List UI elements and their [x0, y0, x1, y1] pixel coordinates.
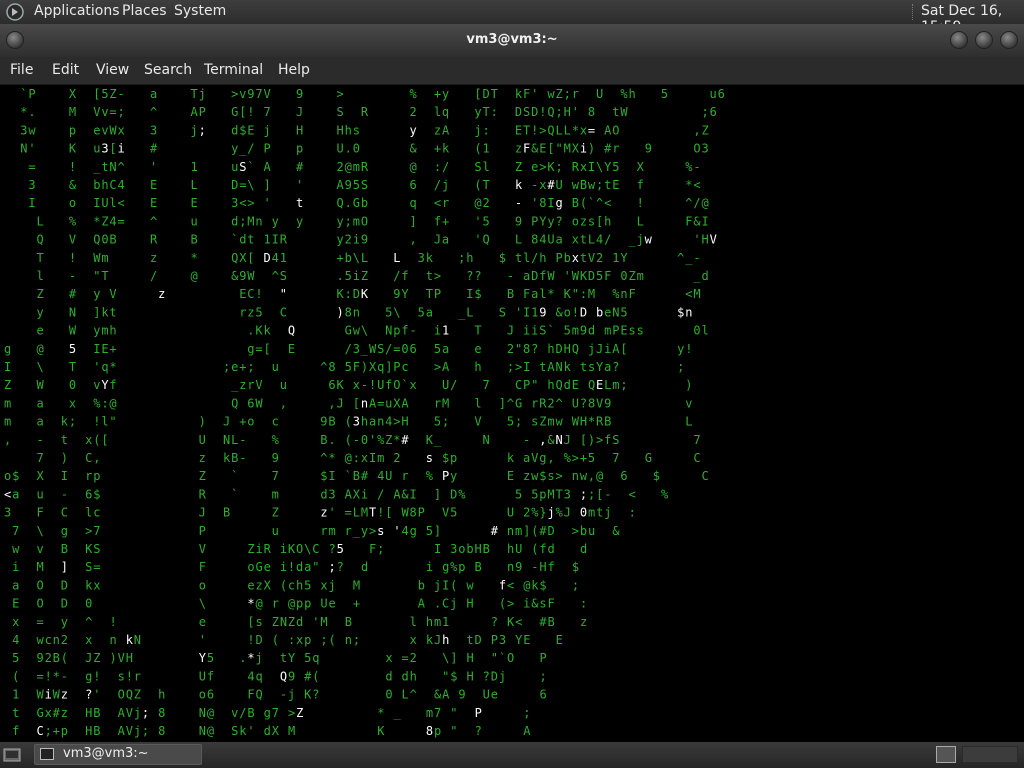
maximize-button[interactable]: [975, 31, 993, 49]
terminal-line: 5 92B( JZ )VH Y5 .*j tY 5q x =2 \] H "`O…: [4, 651, 547, 665]
terminal-line: *. M Vv=; ^ AP G[! 7 J S R 2 lq yT: DSD!…: [4, 105, 717, 119]
panel-separator: [912, 4, 915, 20]
menu-edit[interactable]: Edit: [52, 62, 79, 78]
terminal-line: g @ 5 IE+ g=[ E /3_WS/=06 5a e 2"8? hDHQ…: [4, 342, 693, 356]
terminal-line: 3 F C lc J B Z z' =LMT![ W8P V5 U 2%}j%J…: [4, 506, 636, 520]
terminal-line: l - "T / @ &9W ^S .5iZ /f t> ?? - aDfW '…: [4, 269, 709, 283]
terminal-line: I o IUl< E E 3<> ' t Q.Gb q <r @2 - '8Ig…: [4, 196, 709, 210]
terminal-line: Z W 0 vYf _zrV u 6K x-!UfO`x U/ 7 CP" hQ…: [4, 378, 693, 392]
bottom-panel: vm3@vm3:~: [0, 742, 1024, 768]
terminal-line: 3 & bhC4 E L D=\ ] ' A95S 6 /j (T k -x#U…: [4, 178, 701, 192]
window-titlebar[interactable]: vm3@vm3:~: [0, 24, 1024, 57]
terminal-line: o$ X I rp Z ` 7 $I `B# 4U r % Py E zw$s>…: [4, 469, 709, 483]
menu-terminal[interactable]: Terminal: [204, 62, 263, 78]
terminal-line: E O D 0 \ *@ r @pp Ue + A .Cj H (> i&sF …: [4, 597, 587, 611]
terminal-line: Q V Q0B R B `dt 1IR y2i9 , Ja 'Q L 84Ua …: [4, 233, 717, 247]
terminal-menubar: File Edit View Search Terminal Help: [0, 57, 1024, 85]
terminal-line: t Gx#z HB AVj; 8 N@ v/B g7 >Z * _ m7 " P…: [4, 706, 531, 720]
menu-view[interactable]: View: [96, 62, 129, 78]
matrix-rain: `P X [5Z- a Tj >v97V 9 > % +y [DT kF' wZ…: [4, 87, 725, 738]
system-menu[interactable]: System: [174, 3, 226, 19]
terminal-line: f C;+p HB AVj; 8 N@ Sk' dX M K 8p " ? A: [4, 724, 531, 738]
terminal-line: 1 WiWz ?' OQZ h o6 FQ -j K? 0 L^ &A 9 Ue…: [4, 688, 547, 702]
taskbar-button-terminal[interactable]: vm3@vm3:~: [34, 744, 202, 765]
terminal-area[interactable]: `P X [5Z- a Tj >v97V 9 > % +y [DT kF' wZ…: [0, 85, 1024, 742]
terminal-line: I \ T 'q* ;e+; u ^8 5F)Xq]Pc >A h ;>I tA…: [4, 360, 684, 374]
terminal-line: 7 \ g >7 P u rm r_y>s '4g 5] # nm](#D >b…: [4, 524, 620, 538]
terminal-line: , - t x([ U NL- % B. (-0'%Z*# K_ N - ,&N…: [4, 433, 701, 447]
terminal-line: y N ]kt rz5 C )8n 5\ 5a _L S 'I19 &o!D b…: [4, 305, 693, 319]
applications-menu[interactable]: Applications: [34, 3, 120, 19]
menu-search[interactable]: Search: [144, 62, 192, 78]
terminal-line: ( =!*- g! s!r Uf 4q Q9 #( d dh "$ H ?Dj …: [4, 669, 547, 683]
terminal-line: e W ymh .Kk Q Gw\ Npf- i1 T J iiS` 5m9d …: [4, 324, 709, 338]
terminal-line: i M ] S= F oGe i!da" ;? d i g%p B n9 -Hf…: [4, 560, 579, 574]
minimize-button[interactable]: [950, 31, 968, 49]
terminal-line: m a x %:@ Q 6W , ,J [nA=uXA rM l ]^G rR2…: [4, 396, 693, 410]
gnome-foot-icon[interactable]: [6, 3, 24, 21]
terminal-icon: [40, 748, 54, 760]
workspace-2[interactable]: [962, 746, 1018, 763]
terminal-line: w v B KS V ZiR iKO\C ?5 F; I 3obHB hU (f…: [4, 542, 587, 556]
window-title: vm3@vm3:~: [466, 32, 558, 47]
terminal-line: `P X [5Z- a Tj >v97V 9 > % +y [DT kF' wZ…: [4, 87, 725, 101]
show-desktop-icon[interactable]: [3, 747, 21, 763]
terminal-line: T ! Wm z * QX[ D41 +b\L L 3k ;h $ tl/h P…: [4, 251, 701, 265]
terminal-line: <a u - 6$ R ` m d3 AXi / A&I ] D% 5 5pMT…: [4, 487, 669, 501]
terminal-line: = ! _tN^ ' 1 uS` A # 2@mR @ :/ Sl Z e>K;…: [4, 160, 701, 174]
terminal-line: N' K u3[i # y_/ P p U.0 & +k (1 zF&E["MX…: [4, 142, 709, 156]
terminal-line: x = y ^ ! e [s ZNZd 'M B l hm1 ? K< #B z: [4, 615, 587, 629]
terminal-line: a O D kx o ezX (ch5 xj M b jI( w f< @k$ …: [4, 578, 579, 592]
terminal-line: Z # y V z EC! " K:DK 9Y TP I$ B Fal* K":…: [4, 287, 701, 301]
taskbar-label: vm3@vm3:~: [63, 746, 149, 761]
terminal-line: 3w p evWx 3 j; d$E j H Hhs y zA j: ET!>Q…: [4, 123, 709, 137]
workspace-switcher-icon[interactable]: [936, 746, 956, 763]
terminal-line: 7 ) C, z kB- 9 ^* @:xIm 2 s $p k aVg, %>…: [4, 451, 701, 465]
terminal-line: m a k; !l" ) J +o c 9B (3han4>H 5; V 5; …: [4, 415, 693, 429]
menu-help[interactable]: Help: [278, 62, 310, 78]
terminal-line: L % *Z4= ^ u d;Mn y y y;mO ] f+ '5 9 PYy…: [4, 214, 709, 228]
close-button[interactable]: [1000, 31, 1018, 49]
terminal-line: 4 wcn2 x n kN ' !D ( :xp ;( n; x kJh tD …: [4, 633, 563, 647]
places-menu[interactable]: Places: [122, 3, 167, 19]
top-panel: Applications Places System Sat Dec 16, 1…: [0, 0, 1024, 35]
menu-file[interactable]: File: [10, 62, 33, 78]
